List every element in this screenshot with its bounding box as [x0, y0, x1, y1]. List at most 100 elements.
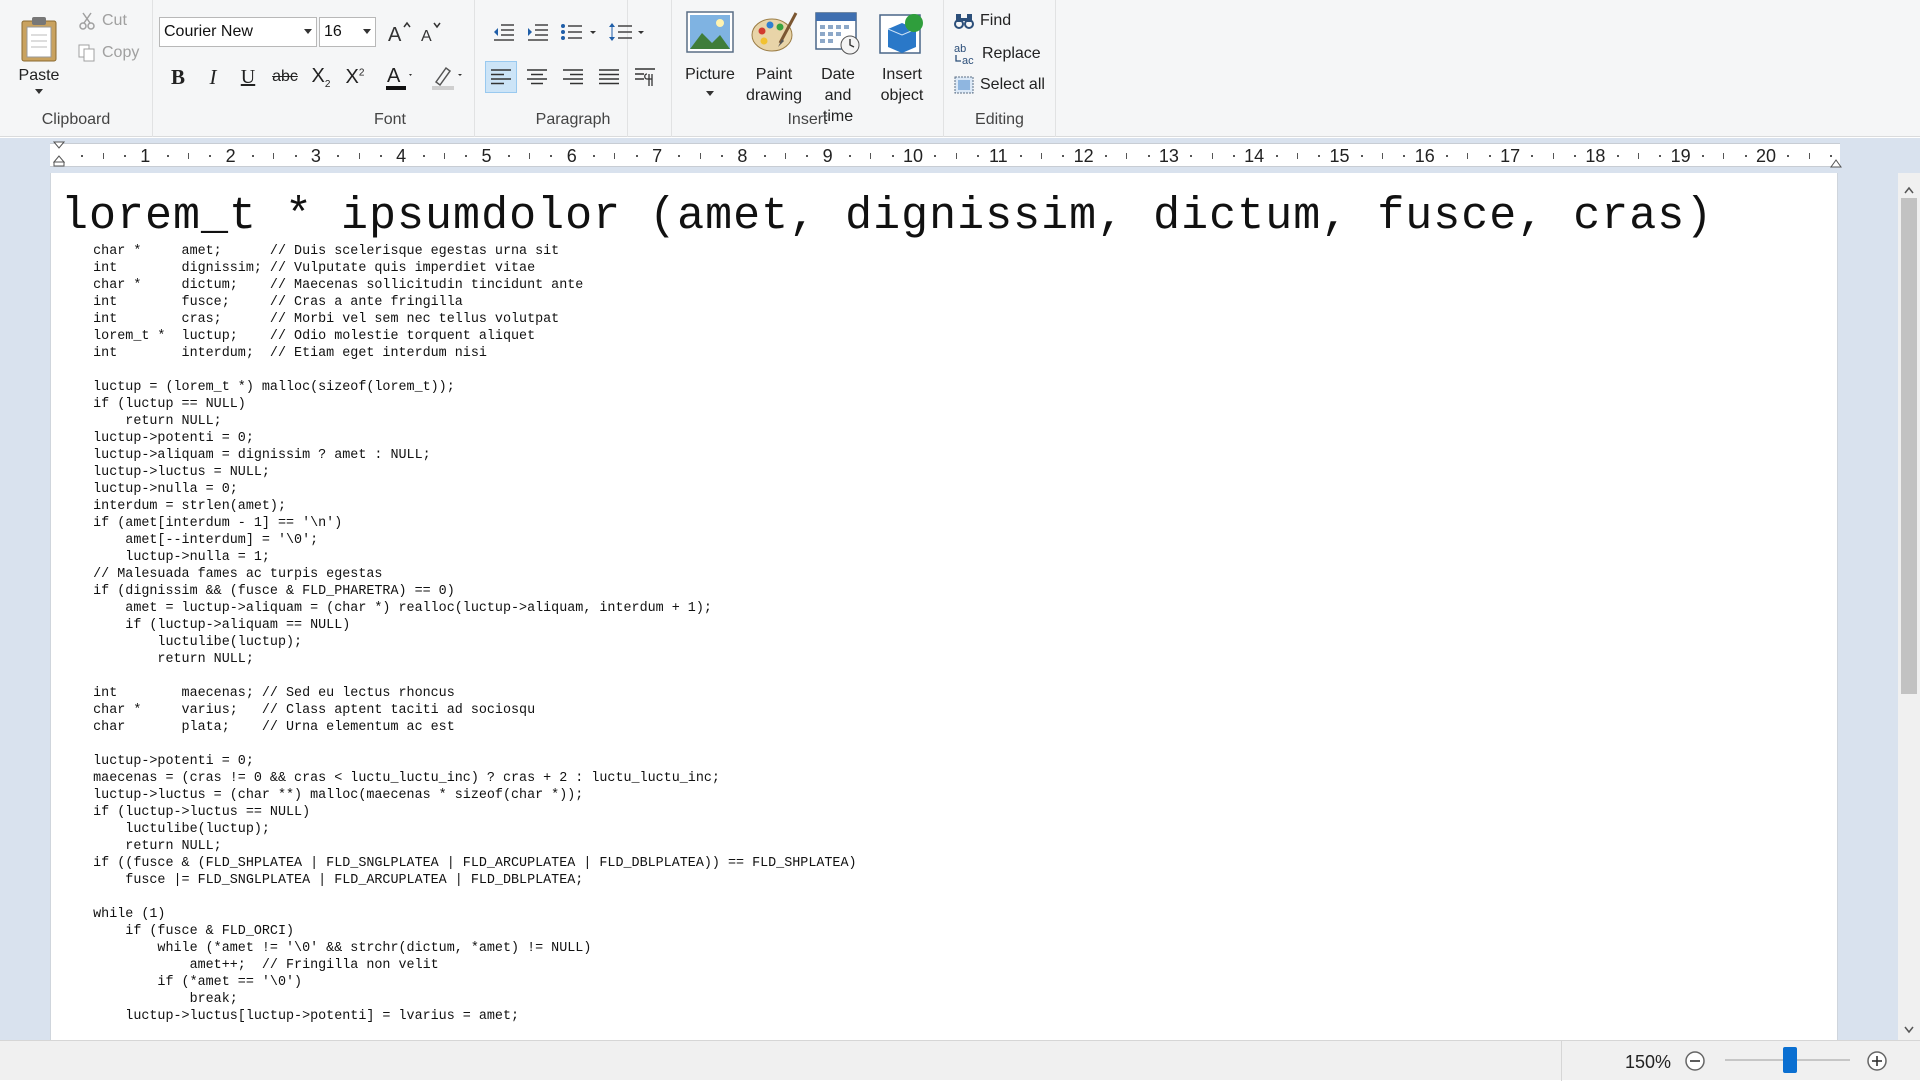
ruler-number: 1	[140, 146, 151, 166]
code-line: luctup->nulla = 0;	[61, 482, 238, 497]
code-line: luctup->luctus[luctup->potenti] = lvariu…	[61, 1009, 520, 1024]
strikethrough-icon: abc	[272, 68, 298, 85]
bold-button[interactable]: B	[163, 62, 193, 92]
zoom-in-icon[interactable]	[1866, 1050, 1888, 1077]
code-line: if ((fusce & (FLD_SHPLATEA | FLD_SNGLPLA…	[61, 856, 857, 871]
superscript-icon: X2	[345, 65, 365, 88]
grow-font-button[interactable]: A	[385, 18, 413, 46]
italic-button[interactable]: I	[198, 62, 228, 92]
clipboard-group-label: Clipboard	[41, 111, 111, 128]
text-color-button[interactable]: A	[377, 60, 421, 94]
find-button[interactable]: Find	[954, 9, 1011, 33]
ruler-tick	[955, 153, 957, 159]
binoculars-icon	[954, 12, 974, 30]
clipboard-group: Paste Cut Copy Clipboard	[0, 0, 153, 137]
ruler-number: 9	[822, 146, 833, 166]
code-line: luctup->nulla = 1;	[61, 550, 270, 565]
chevron-down-icon	[363, 29, 371, 34]
code-line: int cras; // Morbi vel sem nec tellus vo…	[61, 312, 560, 327]
paste-button[interactable]: Paste	[8, 6, 70, 102]
ruler-tick	[251, 155, 254, 157]
ruler-number: 16	[1414, 146, 1435, 166]
ruler[interactable]: 1 2 3 4 5 6 7 8 9 10 11 12 13 14 15 16 17 18 19 20	[50, 141, 1842, 168]
picture-button[interactable]: Picture	[678, 6, 742, 96]
align-center-button[interactable]	[521, 61, 553, 93]
copy-button[interactable]: Copy	[78, 41, 139, 65]
cut-label: Cut	[102, 12, 127, 29]
chevron-down-icon	[304, 29, 312, 34]
code-line: luctup->luctus = NULL;	[61, 465, 270, 480]
code-line: if (luctup->luctus == NULL)	[61, 805, 311, 820]
ruler-tick	[1574, 155, 1577, 157]
ruler-number: 6	[566, 146, 577, 166]
document-page[interactable]: lorem_t * ipsumdolor (amet, dignissim, d…	[50, 173, 1838, 1040]
insert-object-label-1: Insert	[881, 66, 922, 83]
code-line: luctup->aliquam = dignissim ? amet : NUL…	[61, 448, 431, 463]
ruler-tick	[1723, 153, 1725, 159]
superscript-button[interactable]: X2	[339, 62, 371, 92]
code-line: if (amet[interdum - 1] == '\n')	[61, 516, 343, 531]
ruler-tick	[529, 153, 531, 159]
increase-indent-button[interactable]	[523, 18, 553, 46]
bullet-list-button[interactable]	[557, 18, 601, 46]
picture-dropdown-arrow-icon[interactable]	[706, 91, 714, 96]
select-all-button[interactable]: Select all	[954, 73, 1045, 97]
ruler-tick	[209, 155, 212, 157]
align-right-button[interactable]	[557, 61, 589, 93]
zoom-slider-thumb[interactable]	[1783, 1047, 1797, 1073]
code-line: char * amet; // Duis scelerisque egestas…	[61, 244, 560, 259]
insert-object-button[interactable]: Insert object	[870, 6, 934, 106]
code-line: luctulibe(luctup);	[61, 822, 270, 837]
ruler-tick	[1019, 155, 1022, 157]
code-line: return NULL;	[61, 652, 254, 667]
ruler-number: 15	[1329, 146, 1350, 166]
italic-icon: I	[209, 64, 217, 89]
zoom-out-icon[interactable]	[1684, 1050, 1706, 1077]
underline-icon: U	[240, 65, 256, 88]
ruler-tick	[123, 155, 126, 157]
highlight-color-button[interactable]	[425, 60, 469, 94]
first-line-indent-marker-icon[interactable]	[52, 141, 66, 172]
strikethrough-button[interactable]: abc	[267, 62, 303, 92]
insert-group-label: Insert	[787, 111, 828, 128]
replace-button[interactable]: ab ac Replace	[954, 41, 1041, 67]
justify-button[interactable]	[593, 61, 625, 93]
svg-text:A: A	[388, 24, 402, 44]
code-line: amet = luctup->aliquam = (char *) reallo…	[61, 601, 712, 616]
copy-label: Copy	[102, 44, 140, 61]
line-spacing-button[interactable]	[605, 18, 649, 46]
document-body: char * amet; // Duis scelerisque egestas…	[61, 243, 857, 1025]
code-line: char * dictum; // Maecenas sollicitudin …	[61, 278, 584, 293]
ruler-number: 2	[225, 146, 236, 166]
paragraph-settings-button[interactable]	[629, 61, 661, 93]
align-left-button[interactable]	[485, 61, 517, 93]
shrink-font-button[interactable]: A	[417, 18, 445, 46]
code-line: luctup = (lorem_t *) malloc(sizeof(lorem…	[61, 380, 455, 395]
date-and-time-button[interactable]: Date and time	[806, 6, 870, 127]
ruler-tick	[1531, 155, 1534, 157]
insert-object-icon	[876, 6, 928, 58]
ruler-tick	[507, 155, 510, 157]
ruler-number: 11	[988, 146, 1008, 166]
font-size-select[interactable]: 16	[319, 17, 376, 47]
ruler-tick	[1275, 155, 1278, 157]
right-indent-marker-icon[interactable]	[1830, 156, 1842, 174]
zoom-level: 150%	[1625, 1052, 1672, 1072]
decrease-indent-button[interactable]	[489, 18, 519, 46]
scissors-icon	[78, 12, 96, 30]
cut-button[interactable]: Cut	[78, 9, 127, 33]
vertical-scrollbar[interactable]	[1898, 173, 1920, 1040]
highlighter-icon	[430, 62, 464, 92]
scroll-down-arrow-icon[interactable]	[1904, 1021, 1914, 1034]
scrollbar-thumb[interactable]	[1901, 198, 1917, 694]
code-line: luctulibe(luctup);	[61, 635, 303, 650]
scroll-up-arrow-icon[interactable]	[1904, 181, 1914, 194]
insert-group: Picture Paint drawing Date and time Inse…	[672, 0, 944, 137]
ruler-tick	[1062, 155, 1065, 157]
paste-dropdown-arrow-icon[interactable]	[35, 88, 43, 94]
subscript-button[interactable]: X2	[305, 62, 337, 92]
paint-drawing-button[interactable]: Paint drawing	[742, 6, 806, 106]
underline-button[interactable]: U	[233, 62, 263, 92]
code-line: while (*amet != '\0' && strchr(dictum, *…	[61, 941, 592, 956]
font-family-select[interactable]: Courier New	[159, 17, 317, 47]
